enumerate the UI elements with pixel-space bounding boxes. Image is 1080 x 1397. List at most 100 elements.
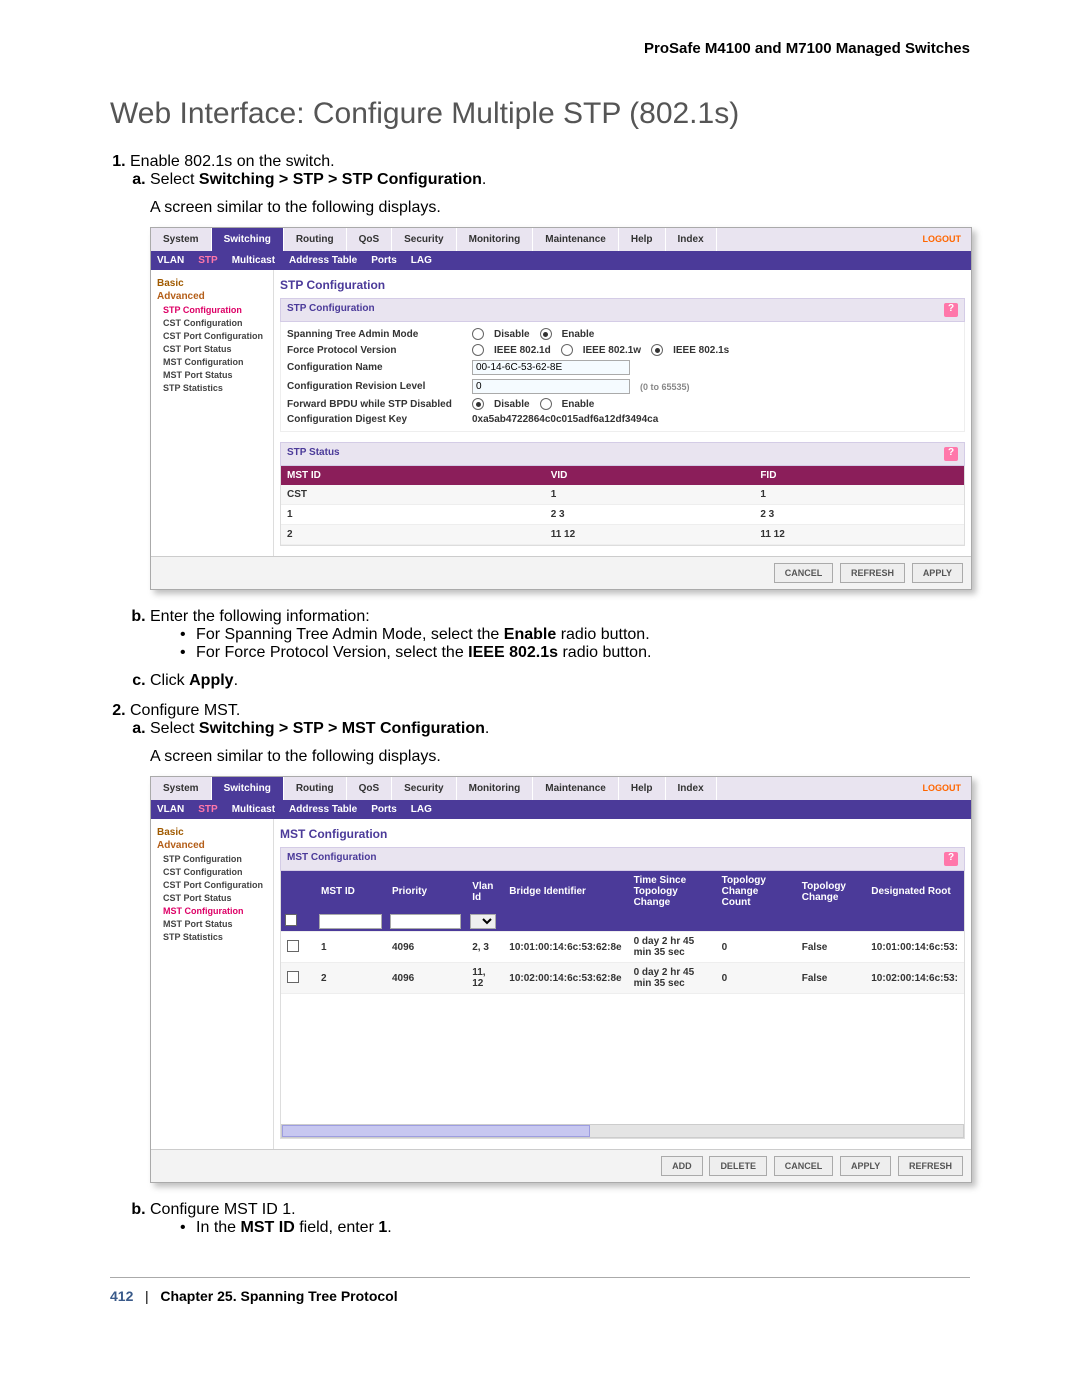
ss1-panel1-header: STP Configuration ? — [280, 298, 965, 322]
tab-security[interactable]: Security — [392, 777, 456, 800]
tab-monitoring[interactable]: Monitoring — [457, 777, 534, 800]
sidebar-item-mst-port-status[interactable]: MST Port Status — [163, 919, 267, 929]
tab-qos[interactable]: QoS — [347, 777, 393, 800]
tab-monitoring[interactable]: Monitoring — [457, 228, 534, 251]
ss1-subnav: VLAN STP Multicast Address Table Ports L… — [151, 251, 971, 270]
tab-help[interactable]: Help — [619, 228, 666, 251]
tab-index[interactable]: Index — [666, 228, 717, 251]
subnav-stp[interactable]: STP — [198, 255, 217, 266]
step-1a-path: Switching > STP > STP Configuration — [199, 171, 482, 188]
sidebar-item-mst-port-status[interactable]: MST Port Status — [163, 370, 267, 380]
th-vid: VID — [545, 466, 755, 485]
sidebar-advanced[interactable]: Advanced — [157, 291, 267, 302]
refresh-button[interactable]: REFRESH — [898, 1156, 963, 1176]
radio-admin-disable[interactable] — [472, 328, 484, 340]
tab-maintenance[interactable]: Maintenance — [533, 777, 619, 800]
input-mst-id[interactable] — [319, 914, 382, 929]
logout-link[interactable]: LOGOUT — [923, 234, 962, 244]
help-icon[interactable]: ? — [944, 447, 958, 461]
select-vlan-id[interactable] — [470, 914, 496, 929]
page-number: 412 — [110, 1288, 133, 1304]
tab-qos[interactable]: QoS — [347, 228, 393, 251]
subnav-multicast[interactable]: Multicast — [232, 255, 275, 266]
sidebar-item-cst-configuration[interactable]: CST Configuration — [163, 867, 267, 877]
subnav-ports[interactable]: Ports — [371, 255, 397, 266]
tab-maintenance[interactable]: Maintenance — [533, 228, 619, 251]
sidebar-item-stp-statistics[interactable]: STP Statistics — [163, 932, 267, 942]
sidebar-item-stp-statistics[interactable]: STP Statistics — [163, 383, 267, 393]
tab-system[interactable]: System — [151, 228, 212, 251]
subnav-lag[interactable]: LAG — [411, 255, 432, 266]
page-footer: 412 | Chapter 25. Spanning Tree Protocol — [110, 1277, 970, 1304]
sidebar-item-cst-port-configuration[interactable]: CST Port Configuration — [163, 880, 267, 890]
radio-ieee-s[interactable] — [651, 344, 663, 356]
sidebar-item-cst-configuration[interactable]: CST Configuration — [163, 318, 267, 328]
apply-button[interactable]: APPLY — [912, 563, 963, 583]
step-1a: Select Switching > STP > STP Configurati… — [150, 171, 970, 590]
step-1: Enable 802.1s on the switch. Select Swit… — [130, 153, 970, 690]
tab-security[interactable]: Security — [392, 228, 456, 251]
lbl-revision-level: Configuration Revision Level — [287, 381, 472, 392]
horizontal-scrollbar[interactable] — [281, 1124, 964, 1138]
cell: 2, 3 — [466, 932, 503, 963]
subnav-ports[interactable]: Ports — [371, 804, 397, 815]
radio-ieee-w[interactable] — [561, 344, 573, 356]
sidebar-item-mst-configuration[interactable]: MST Configuration — [163, 357, 267, 367]
logout-link[interactable]: LOGOUT — [923, 783, 962, 793]
row-checkbox[interactable] — [287, 940, 299, 952]
sidebar-item-cst-port-status[interactable]: CST Port Status — [163, 893, 267, 903]
tab-system[interactable]: System — [151, 777, 212, 800]
subnav-vlan[interactable]: VLAN — [157, 804, 184, 815]
radio-bpdu-disable[interactable] — [472, 398, 484, 410]
help-icon[interactable]: ? — [944, 852, 958, 866]
bullet-text: radio button. — [558, 644, 651, 661]
scrollbar-thumb[interactable] — [282, 1125, 590, 1137]
ss2-subnav: VLAN STP Multicast Address Table Ports L… — [151, 800, 971, 819]
cell: 2 — [315, 963, 386, 994]
mst-config-table: MST ID Priority Vlan Id Bridge Identifie… — [281, 871, 964, 994]
tab-index[interactable]: Index — [666, 777, 717, 800]
sidebar-item-stp-configuration[interactable]: STP Configuration — [163, 305, 267, 315]
subnav-lag[interactable]: LAG — [411, 804, 432, 815]
subnav-addresstable[interactable]: Address Table — [289, 255, 357, 266]
tab-help[interactable]: Help — [619, 777, 666, 800]
sidebar-basic[interactable]: Basic — [157, 278, 267, 289]
sidebar-item-cst-port-status[interactable]: CST Port Status — [163, 344, 267, 354]
tab-routing[interactable]: Routing — [284, 228, 347, 251]
cell: 2 3 — [754, 505, 964, 525]
cancel-button[interactable]: CANCEL — [774, 1156, 834, 1176]
delete-button[interactable]: DELETE — [709, 1156, 767, 1176]
add-button[interactable]: ADD — [661, 1156, 703, 1176]
row-checkbox[interactable] — [287, 971, 299, 983]
apply-button[interactable]: APPLY — [840, 1156, 891, 1176]
subnav-addresstable[interactable]: Address Table — [289, 804, 357, 815]
cell: 0 — [716, 932, 796, 963]
help-icon[interactable]: ? — [944, 303, 958, 317]
bullet-bold: IEEE 802.1s — [468, 644, 558, 661]
sidebar-item-cst-port-configuration[interactable]: CST Port Configuration — [163, 331, 267, 341]
sidebar-advanced[interactable]: Advanced — [157, 840, 267, 851]
cancel-button[interactable]: CANCEL — [774, 563, 834, 583]
radio-admin-enable[interactable] — [540, 328, 552, 340]
table-row: CST 1 1 — [281, 485, 964, 505]
sidebar-basic[interactable]: Basic — [157, 827, 267, 838]
checkbox-all[interactable] — [285, 914, 297, 926]
sidebar-item-stp-configuration[interactable]: STP Configuration — [163, 854, 267, 864]
sidebar-item-mst-configuration[interactable]: MST Configuration — [163, 906, 267, 916]
cell: 0 day 2 hr 45 min 35 sec — [628, 932, 716, 963]
cell: False — [796, 932, 865, 963]
subnav-stp[interactable]: STP — [198, 804, 217, 815]
tab-routing[interactable]: Routing — [284, 777, 347, 800]
refresh-button[interactable]: REFRESH — [840, 563, 905, 583]
radio-bpdu-enable[interactable] — [540, 398, 552, 410]
input-revision-level[interactable] — [472, 379, 630, 394]
radio-ieee-d[interactable] — [472, 344, 484, 356]
tab-switching[interactable]: Switching — [212, 777, 284, 800]
cell: 10:02:00:14:6c:53: — [865, 963, 964, 994]
input-priority[interactable] — [390, 914, 461, 929]
subnav-multicast[interactable]: Multicast — [232, 804, 275, 815]
th-mst-id: MST ID — [281, 466, 545, 485]
subnav-vlan[interactable]: VLAN — [157, 255, 184, 266]
input-conf-name[interactable] — [472, 360, 630, 375]
tab-switching[interactable]: Switching — [212, 228, 284, 251]
